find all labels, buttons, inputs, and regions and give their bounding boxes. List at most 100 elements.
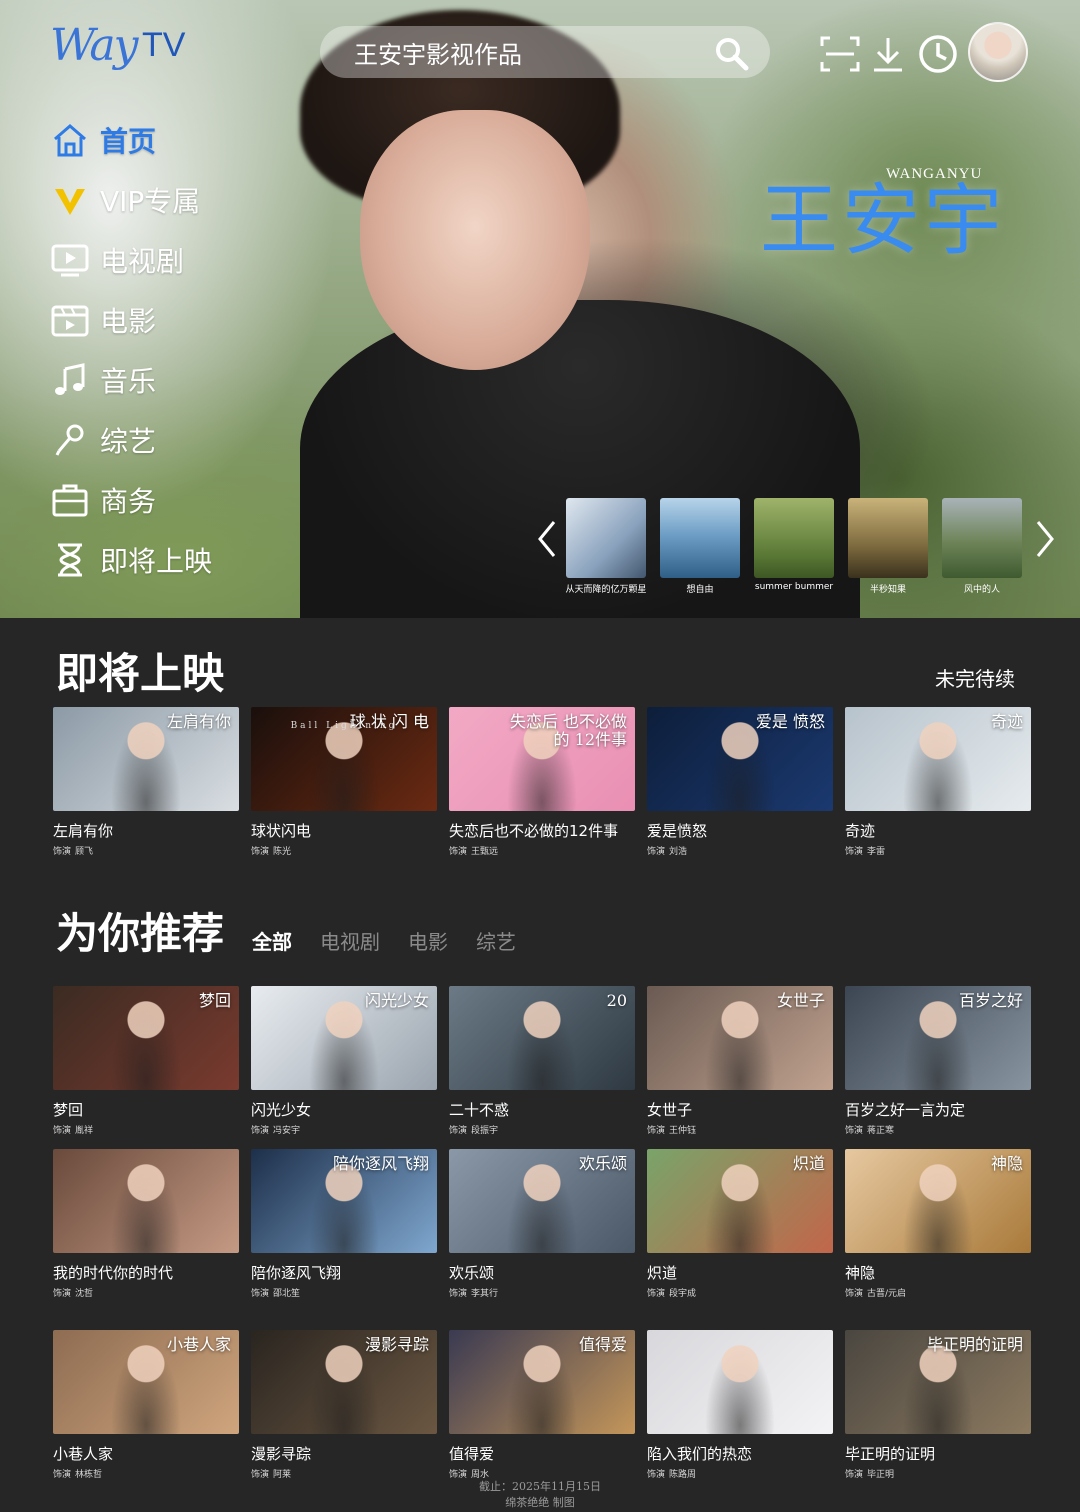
show-title[interactable]: 炽道 (647, 1262, 833, 1283)
role-label: 饰演 (449, 1289, 468, 1299)
show-title[interactable]: 失恋后也不必做的12件事 (449, 820, 635, 841)
hero-banner[interactable]: Way TV 王安宇影视作品 首页 VIP专属 电视剧 电影 音乐 综艺 商务 … (0, 0, 1080, 618)
carousel-thumb[interactable] (660, 498, 740, 578)
character-name: 邵北笙 (273, 1289, 301, 1299)
tab-all[interactable]: 全部 (252, 926, 292, 955)
show-poster[interactable]: 球 状 闪 电 Ball Lightning (251, 707, 437, 811)
show-title[interactable]: 女世子 (647, 1099, 833, 1120)
nav-item-tv[interactable]: 电视剧 (50, 238, 270, 282)
show-title[interactable]: 奇迹 (845, 820, 1031, 841)
show-card[interactable]: 爱是 愤怒 爱是愤怒 饰演 刘浩 (647, 707, 833, 857)
show-card[interactable]: 陷入我们的热恋 饰演 陈路周 (647, 1330, 833, 1480)
show-poster[interactable]: 小巷人家 (53, 1330, 239, 1434)
nav-item-music[interactable]: 音乐 (50, 358, 270, 402)
user-avatar[interactable] (968, 22, 1028, 82)
show-card[interactable]: 毕正明的证明 毕正明的证明 饰演 毕正明 (845, 1330, 1031, 1480)
chevron-left-icon[interactable] (532, 514, 562, 564)
show-title[interactable]: 毕正明的证明 (845, 1443, 1031, 1464)
section-title-recommend: 为你推荐 (56, 909, 225, 958)
tab-movie[interactable]: 电影 (408, 926, 448, 955)
show-poster[interactable]: 奇迹 (845, 707, 1031, 811)
show-poster[interactable]: 百岁之好 (845, 986, 1031, 1090)
nav-item-variety[interactable]: 综艺 (50, 418, 270, 462)
more-link[interactable]: 未完待续 (935, 663, 1015, 692)
show-card[interactable]: 值得爱 值得爱 饰演 周水 (449, 1330, 635, 1480)
show-card[interactable]: 陪你逐风飞翔 陪你逐风飞翔 饰演 邵北笙 (251, 1149, 437, 1299)
show-card[interactable]: 炽道 炽道 饰演 段宇成 (647, 1149, 833, 1299)
show-title[interactable]: 漫影寻踪 (251, 1443, 437, 1464)
show-poster[interactable]: 值得爱 (449, 1330, 635, 1434)
show-poster[interactable]: 女世子 (647, 986, 833, 1090)
show-card[interactable]: 20 二十不惑 饰演 段振宇 (449, 986, 635, 1136)
nav-item-movie[interactable]: 电影 (50, 298, 270, 342)
poster-figure (903, 1163, 973, 1253)
role-label: 饰演 (251, 1126, 270, 1136)
poster-figure (111, 1000, 181, 1090)
film-icon (50, 300, 90, 340)
show-poster[interactable]: 左肩有你 (53, 707, 239, 811)
history-icon[interactable] (916, 32, 960, 76)
show-title[interactable]: 梦回 (53, 1099, 239, 1120)
show-poster[interactable]: 欢乐颂 (449, 1149, 635, 1253)
show-title[interactable]: 我的时代你的时代 (53, 1262, 239, 1283)
show-title[interactable]: 陪你逐风飞翔 (251, 1262, 437, 1283)
nav-item-home[interactable]: 首页 (50, 118, 270, 162)
show-poster[interactable] (53, 1149, 239, 1253)
show-card[interactable]: 小巷人家 小巷人家 饰演 林栋哲 (53, 1330, 239, 1480)
show-title[interactable]: 小巷人家 (53, 1443, 239, 1464)
show-title[interactable]: 球状闪电 (251, 820, 437, 841)
show-card[interactable]: 百岁之好 百岁之好一言为定 饰演 蒋正寒 (845, 986, 1031, 1136)
scan-icon[interactable] (818, 32, 862, 76)
show-card[interactable]: 失恋后 也不必做的 12件事 失恋后也不必做的12件事 饰演 王甄远 (449, 707, 635, 857)
show-title[interactable]: 闪光少女 (251, 1099, 437, 1120)
show-title[interactable]: 欢乐颂 (449, 1262, 635, 1283)
carousel-thumb[interactable] (566, 498, 646, 578)
show-poster[interactable]: 20 (449, 986, 635, 1090)
show-title[interactable]: 神隐 (845, 1262, 1031, 1283)
role-label: 饰演 (53, 847, 72, 857)
show-title[interactable]: 爱是愤怒 (647, 820, 833, 841)
poster-title-art: 值得爱 (578, 1335, 627, 1354)
show-poster[interactable]: 漫影寻踪 (251, 1330, 437, 1434)
show-poster[interactable]: 毕正明的证明 (845, 1330, 1031, 1434)
show-poster[interactable]: 陪你逐风飞翔 (251, 1149, 437, 1253)
show-card[interactable]: 我的时代你的时代 饰演 沈哲 (53, 1149, 239, 1299)
show-card[interactable]: 梦回 梦回 饰演 胤祥 (53, 986, 239, 1136)
show-card[interactable]: 女世子 女世子 饰演 王仲钰 (647, 986, 833, 1136)
show-title[interactable]: 陷入我们的热恋 (647, 1443, 833, 1464)
show-poster[interactable]: 梦回 (53, 986, 239, 1090)
nav-item-vip[interactable]: VIP专属 (50, 178, 270, 222)
nav-item-business[interactable]: 商务 (50, 478, 270, 522)
show-card[interactable]: 球 状 闪 电 Ball Lightning 球状闪电 饰演 陈光 (251, 707, 437, 857)
nav-item-upcoming[interactable]: 即将上映 (50, 538, 270, 582)
show-card[interactable]: 闪光少女 闪光少女 饰演 冯安宇 (251, 986, 437, 1136)
show-title[interactable]: 二十不惑 (449, 1099, 635, 1120)
show-title[interactable]: 值得爱 (449, 1443, 635, 1464)
show-card[interactable]: 神隐 神隐 饰演 古晋/元启 (845, 1149, 1031, 1299)
footer-credit: 绵茶绝绝 制图 (505, 1496, 575, 1509)
download-icon[interactable] (866, 32, 910, 76)
show-card[interactable]: 奇迹 奇迹 饰演 李雷 (845, 707, 1031, 857)
tab-variety[interactable]: 综艺 (476, 926, 516, 955)
poster-figure (903, 721, 973, 811)
tab-tv[interactable]: 电视剧 (320, 926, 380, 955)
show-card[interactable]: 漫影寻踪 漫影寻踪 饰演 阿莱 (251, 1330, 437, 1480)
show-card[interactable]: 左肩有你 左肩有你 饰演 顾飞 (53, 707, 239, 857)
show-title[interactable]: 左肩有你 (53, 820, 239, 841)
show-poster[interactable]: 炽道 (647, 1149, 833, 1253)
show-poster[interactable]: 爱是 愤怒 (647, 707, 833, 811)
carousel-thumb[interactable] (942, 498, 1022, 578)
app-logo[interactable]: Way TV (50, 14, 190, 84)
search-query[interactable]: 王安宇影视作品 (354, 35, 522, 70)
show-title[interactable]: 百岁之好一言为定 (845, 1099, 1031, 1120)
search-bar[interactable]: 王安宇影视作品 (320, 26, 770, 78)
carousel-thumb[interactable] (848, 498, 928, 578)
carousel-thumb[interactable] (754, 498, 834, 578)
show-poster[interactable]: 失恋后 也不必做的 12件事 (449, 707, 635, 811)
chevron-right-icon[interactable] (1030, 514, 1060, 564)
show-poster[interactable] (647, 1330, 833, 1434)
search-icon[interactable] (712, 34, 752, 74)
show-card[interactable]: 欢乐颂 欢乐颂 饰演 李其行 (449, 1149, 635, 1299)
show-poster[interactable]: 神隐 (845, 1149, 1031, 1253)
show-poster[interactable]: 闪光少女 (251, 986, 437, 1090)
